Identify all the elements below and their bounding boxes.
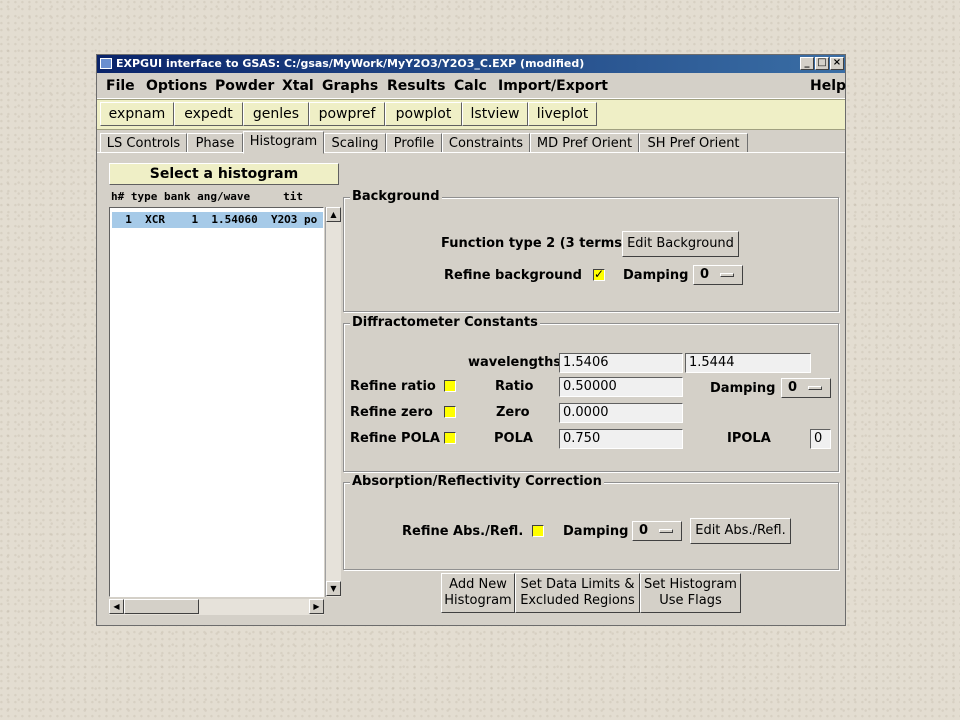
menu-import-export[interactable]: Import/Export	[498, 78, 608, 94]
histogram-row[interactable]: 1 XCR 1 1.54060 Y2O3 po	[112, 212, 323, 228]
scroll-right-arrow-icon[interactable]: ▶	[309, 599, 324, 614]
toolbar-powpref-button[interactable]: powpref	[309, 102, 385, 126]
maximize-button[interactable]: □	[815, 57, 829, 70]
set-histogram-flags-button[interactable]: Set Histogram Use Flags	[640, 573, 741, 613]
close-button[interactable]: ×	[830, 57, 844, 70]
menu-indicator-icon	[720, 273, 734, 277]
title-bar[interactable]: EXPGUI interface to GSAS: C:/gsas/MyWork…	[97, 55, 845, 73]
refine-background-checkbox[interactable]: ✓	[593, 267, 605, 281]
refine-ratio-checkbox[interactable]	[444, 380, 456, 392]
diffractometer-damping-label: Damping	[710, 381, 776, 396]
menu-calc[interactable]: Calc	[454, 78, 487, 94]
select-histogram-button[interactable]: Select a histogram	[109, 163, 339, 185]
menu-help[interactable]: Help	[810, 78, 846, 94]
toolbar-liveplot-button[interactable]: liveplot	[528, 102, 597, 126]
scroll-left-arrow-icon[interactable]: ◀	[109, 599, 124, 614]
app-icon	[100, 58, 112, 69]
toolbar-powplot-button[interactable]: powplot	[385, 102, 462, 126]
background-group: Background Function type 2 (3 terms) Edi…	[343, 189, 839, 312]
tab-bar: LS Controls Phase Histogram Scaling Prof…	[97, 131, 845, 154]
menu-powder[interactable]: Powder	[215, 78, 274, 94]
absorption-group-title: Absorption/Reflectivity Correction	[350, 474, 604, 489]
histogram-listbox[interactable]: 1 XCR 1 1.54060 Y2O3 po	[109, 207, 324, 597]
set-limits-line2: Excluded Regions	[520, 593, 635, 608]
wavelengths-label: wavelengths	[468, 355, 562, 370]
menu-indicator-icon	[659, 529, 673, 533]
background-group-title: Background	[350, 189, 442, 204]
wavelength2-input[interactable]: 1.5444	[685, 353, 811, 373]
scroll-down-arrow-icon[interactable]: ▼	[326, 581, 341, 596]
tab-scaling[interactable]: Scaling	[324, 133, 386, 153]
background-damping-value: 0	[700, 267, 710, 282]
ratio-label: Ratio	[495, 379, 534, 394]
checkmark-icon: ✓	[594, 267, 605, 281]
menu-xtal[interactable]: Xtal	[282, 78, 314, 94]
background-damping-label: Damping	[623, 268, 689, 283]
pola-input[interactable]: 0.750	[559, 429, 683, 449]
histogram-vertical-scrollbar[interactable]: ▲ ▼	[325, 207, 341, 597]
menu-graphs[interactable]: Graphs	[322, 78, 378, 94]
absorption-damping-label: Damping	[563, 524, 629, 539]
wavelength1-input[interactable]: 1.5406	[559, 353, 683, 373]
tab-constraints[interactable]: Constraints	[442, 133, 530, 153]
zero-label: Zero	[496, 405, 530, 420]
tab-sh-pref-orient[interactable]: SH Pref Orient	[639, 133, 748, 153]
menu-indicator-icon	[808, 386, 822, 390]
ipola-label: IPOLA	[727, 431, 771, 446]
add-new-line1: Add New	[449, 577, 507, 592]
diffractometer-group-title: Diffractometer Constants	[350, 315, 540, 330]
refine-background-label: Refine background	[444, 268, 582, 283]
absorption-damping-value: 0	[639, 523, 649, 538]
refine-ratio-label: Refine ratio	[350, 379, 436, 394]
refine-abs-label: Refine Abs./Refl.	[402, 524, 524, 539]
expgui-window: EXPGUI interface to GSAS: C:/gsas/MyWork…	[96, 54, 846, 626]
toolbar-expnam-button[interactable]: expnam	[100, 102, 174, 126]
scroll-up-arrow-icon[interactable]: ▲	[326, 207, 341, 222]
absorption-damping-menu[interactable]: 0	[632, 521, 682, 541]
set-limits-line1: Set Data Limits &	[520, 577, 635, 592]
histogram-list-header: h# type bank ang/wave tit	[111, 190, 304, 203]
diffractometer-group: Diffractometer Constants wavelengths 1.5…	[343, 315, 839, 472]
scroll-thumb[interactable]	[124, 599, 199, 614]
background-damping-menu[interactable]: 0	[693, 265, 743, 285]
menu-results[interactable]: Results	[387, 78, 445, 94]
menu-file[interactable]: File	[106, 78, 135, 94]
set-flags-line1: Set Histogram	[644, 577, 737, 592]
ratio-input[interactable]: 0.50000	[559, 377, 683, 397]
histogram-horizontal-scrollbar[interactable]: ◀ ▶	[109, 599, 324, 615]
tab-md-pref-orient[interactable]: MD Pref Orient	[530, 133, 639, 153]
set-data-limits-button[interactable]: Set Data Limits & Excluded Regions	[515, 573, 640, 613]
toolbar: expnam expedt genles powpref powplot lst…	[97, 99, 845, 130]
refine-zero-label: Refine zero	[350, 405, 433, 420]
toolbar-lstview-button[interactable]: lstview	[462, 102, 528, 126]
add-new-line2: Histogram	[444, 593, 512, 608]
scroll-track[interactable]	[326, 223, 341, 579]
function-type-label: Function type 2 (3 terms)	[441, 236, 628, 251]
pola-label: POLA	[494, 431, 533, 446]
add-new-histogram-button[interactable]: Add New Histogram	[441, 573, 515, 613]
menu-options[interactable]: Options	[146, 78, 207, 94]
edit-background-button[interactable]: Edit Background	[622, 231, 739, 257]
diffractometer-damping-value: 0	[788, 380, 798, 395]
window-title: EXPGUI interface to GSAS: C:/gsas/MyWork…	[116, 57, 585, 70]
refine-zero-checkbox[interactable]	[444, 406, 456, 418]
tab-phase[interactable]: Phase	[187, 133, 243, 153]
diffractometer-damping-menu[interactable]: 0	[781, 378, 831, 398]
ipola-input[interactable]: 0	[810, 429, 831, 449]
set-flags-line2: Use Flags	[659, 593, 722, 608]
edit-abs-refl-button[interactable]: Edit Abs./Refl.	[690, 518, 791, 544]
zero-input[interactable]: 0.0000	[559, 403, 683, 423]
refine-abs-checkbox[interactable]	[532, 525, 544, 537]
tab-profile[interactable]: Profile	[386, 133, 442, 153]
toolbar-expedt-button[interactable]: expedt	[174, 102, 243, 126]
absorption-group: Absorption/Reflectivity Correction Refin…	[343, 474, 839, 570]
refine-pola-checkbox[interactable]	[444, 432, 456, 444]
refine-pola-label: Refine POLA	[350, 431, 440, 446]
tab-ls-controls[interactable]: LS Controls	[100, 133, 187, 153]
menu-bar: File Options Powder Xtal Graphs Results …	[97, 74, 846, 99]
minimize-button[interactable]: _	[800, 57, 814, 70]
tab-divider	[97, 152, 845, 153]
toolbar-genles-button[interactable]: genles	[243, 102, 309, 126]
tab-histogram[interactable]: Histogram	[243, 131, 324, 154]
